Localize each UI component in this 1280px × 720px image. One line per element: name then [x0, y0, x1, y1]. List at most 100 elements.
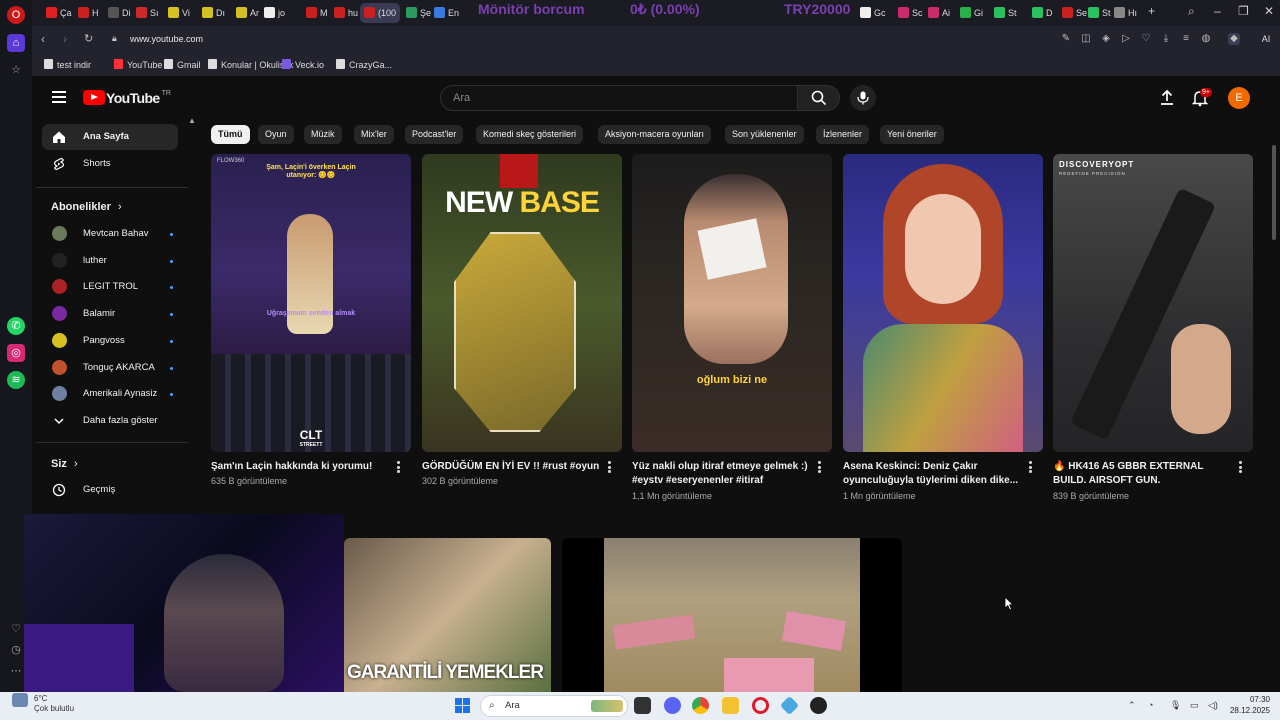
sidebar-item-home[interactable]: Ana Sayfa: [42, 124, 178, 150]
voice-search-button[interactable]: [850, 85, 876, 111]
bookmark-item[interactable]: Konular | Okulistik: [208, 59, 293, 70]
browser-tab[interactable]: Ar: [236, 3, 259, 23]
taskbar-search[interactable]: ⌕ Ara: [480, 695, 628, 717]
filter-chip[interactable]: Mix'ler: [354, 125, 394, 144]
browser-tab[interactable]: hu: [334, 3, 358, 23]
heart-icon[interactable]: ♡: [7, 620, 25, 638]
video-card[interactable]: DISCOVERYOPT REDEFINE PRECISION 🔥 HK416 …: [1053, 154, 1253, 504]
video-card[interactable]: NEW BASE GÖRDÜĞÜM EN İYİ EV !! #rust #oy…: [422, 154, 622, 504]
browser-tab[interactable]: Dı: [202, 3, 225, 23]
page-scrollbar[interactable]: [1272, 145, 1276, 240]
opera-logo-icon[interactable]: O: [7, 6, 25, 24]
sidebar-item-subscription[interactable]: Mevtcan Bahav: [42, 221, 178, 247]
minimize-icon[interactable]: –: [1214, 4, 1221, 18]
video-title[interactable]: GÖRDÜĞÜM EN İYİ EV !! #rust #oyun: [422, 460, 604, 474]
upload-icon[interactable]: [1158, 89, 1176, 107]
video-thumbnail[interactable]: [843, 154, 1043, 452]
play-icon[interactable]: ▷: [1120, 33, 1132, 45]
camera-icon[interactable]: ◫: [1080, 33, 1092, 45]
reload-icon[interactable]: ↻: [84, 32, 93, 45]
browser-tab[interactable]: Sı: [136, 3, 159, 23]
display-icon[interactable]: ▭: [1190, 700, 1199, 711]
browser-tab[interactable]: Hı: [1114, 3, 1137, 23]
forward-icon[interactable]: ›: [63, 32, 67, 46]
video-card[interactable]: Asena Keskinci: Deniz Çakır oyunculuğuyl…: [843, 154, 1043, 504]
bookmark-item[interactable]: Veck.io: [282, 59, 324, 70]
discord-icon[interactable]: [664, 697, 681, 714]
more-options-icon[interactable]: [608, 461, 612, 473]
video-card[interactable]: FLOW360 Şam, Laçin'i överken Laçin utanı…: [211, 154, 411, 504]
task-view-icon[interactable]: [634, 697, 651, 714]
filter-chip[interactable]: Podcast'ler: [405, 125, 464, 144]
tray-chevron-icon[interactable]: ⌃: [1128, 700, 1136, 711]
more-options-icon[interactable]: [818, 461, 822, 473]
home-icon[interactable]: ⌂: [7, 34, 25, 52]
sidebar-item-subscription[interactable]: Balamir: [42, 301, 178, 327]
browser-tab[interactable]: jo: [264, 3, 285, 23]
app-icon[interactable]: [779, 695, 800, 716]
filter-chip[interactable]: Yeni öneriler: [880, 125, 944, 144]
instagram-icon[interactable]: ◎: [7, 344, 25, 362]
more-options-icon[interactable]: [397, 461, 401, 473]
browser-tab[interactable]: (100: [360, 3, 401, 23]
browser-tab[interactable]: Sc: [898, 3, 923, 23]
sidebar-item-subscription[interactable]: Pangvoss: [42, 328, 178, 354]
weather-widget[interactable]: 6°C Çok bulutlu: [34, 694, 74, 714]
avatar[interactable]: E: [1228, 87, 1250, 109]
send-icon[interactable]: ✎: [1060, 33, 1072, 45]
filter-chip[interactable]: Tümü: [211, 125, 250, 144]
filter-chip[interactable]: Oyun: [258, 125, 294, 144]
url-field[interactable]: 🔒︎ www.youtube.com: [102, 30, 1182, 50]
filter-chip[interactable]: Komedi skeç gösterileri: [476, 125, 584, 144]
filter-chip[interactable]: Aksiyon-macera oyunları: [598, 125, 712, 144]
search-button[interactable]: [798, 85, 840, 111]
shield-icon[interactable]: ◈: [1100, 33, 1112, 45]
sidebar-item-subscription[interactable]: luther: [42, 248, 178, 274]
more-options-icon[interactable]: [1029, 461, 1033, 473]
filter-chip[interactable]: Son yüklenenler: [725, 125, 804, 144]
browser-tab[interactable]: St: [994, 3, 1017, 23]
bookmark-item[interactable]: CrazyGa...: [336, 59, 392, 70]
browser-tab[interactable]: Ça: [46, 3, 72, 23]
bookmark-item[interactable]: Gmail: [164, 59, 201, 70]
subscriptions-heading[interactable]: Abonelikler ›: [51, 201, 122, 213]
tab-search-icon[interactable]: ⌕: [1188, 4, 1195, 19]
browser-tab[interactable]: Gi: [960, 3, 983, 23]
profile-icon[interactable]: ◍: [1200, 33, 1212, 45]
video-thumbnail[interactable]: NEW BASE: [422, 154, 622, 452]
video-title[interactable]: 🔥 HK416 A5 GBBR EXTERNAL BUILD. AIRSOFT …: [1053, 460, 1235, 488]
browser-tab[interactable]: Se: [1062, 3, 1087, 23]
sidebar-scroll-up-icon[interactable]: ▲: [188, 116, 196, 125]
you-heading[interactable]: Siz ›: [51, 458, 78, 470]
browser-tab[interactable]: Gc: [860, 3, 886, 23]
video-thumbnail-game[interactable]: [562, 538, 902, 692]
windows-start-icon[interactable]: [454, 697, 471, 714]
bookmark-item[interactable]: YouTube: [114, 59, 162, 70]
ai-button[interactable]: AI: [1254, 33, 1278, 45]
browser-tab[interactable]: St: [1088, 3, 1111, 23]
filter-chip[interactable]: İzlenenler: [816, 125, 870, 144]
browser-tab[interactable]: M: [306, 3, 328, 23]
star-icon[interactable]: ☆: [7, 61, 25, 79]
browser-tab[interactable]: H: [78, 3, 99, 23]
browser-tab[interactable]: En: [434, 3, 459, 23]
extension-icon[interactable]: ◆: [1228, 33, 1240, 45]
app-icon[interactable]: [810, 697, 827, 714]
download-icon[interactable]: ⤓: [1160, 33, 1172, 45]
video-thumbnail[interactable]: oğlum bizi ne: [632, 154, 832, 452]
bookmark-heart-icon[interactable]: ♡: [1140, 33, 1152, 45]
video-title[interactable]: Yüz nakli olup itiraf etmeye gelmek :) #…: [632, 460, 814, 488]
bookmark-item[interactable]: test indir: [44, 59, 91, 70]
speaker-icon[interactable]: ◁): [1208, 700, 1218, 711]
history-icon[interactable]: ◷: [7, 641, 25, 659]
spotify-icon[interactable]: ≋: [7, 371, 25, 389]
whatsapp-icon[interactable]: ✆: [7, 317, 25, 335]
sidebar-item-shorts[interactable]: Shorts: [42, 151, 178, 177]
video-thumbnail[interactable]: DISCOVERYOPT REDEFINE PRECISION: [1053, 154, 1253, 452]
chrome-icon[interactable]: [692, 697, 709, 714]
sidebar-item-history[interactable]: Geçmiş: [42, 477, 178, 503]
menu-icon[interactable]: ≡: [1180, 33, 1192, 45]
browser-tab[interactable]: Di: [108, 3, 131, 23]
browser-tab[interactable]: Ai: [928, 3, 950, 23]
sidebar-item-subscription[interactable]: Tonguç AKARCA: [42, 355, 178, 381]
